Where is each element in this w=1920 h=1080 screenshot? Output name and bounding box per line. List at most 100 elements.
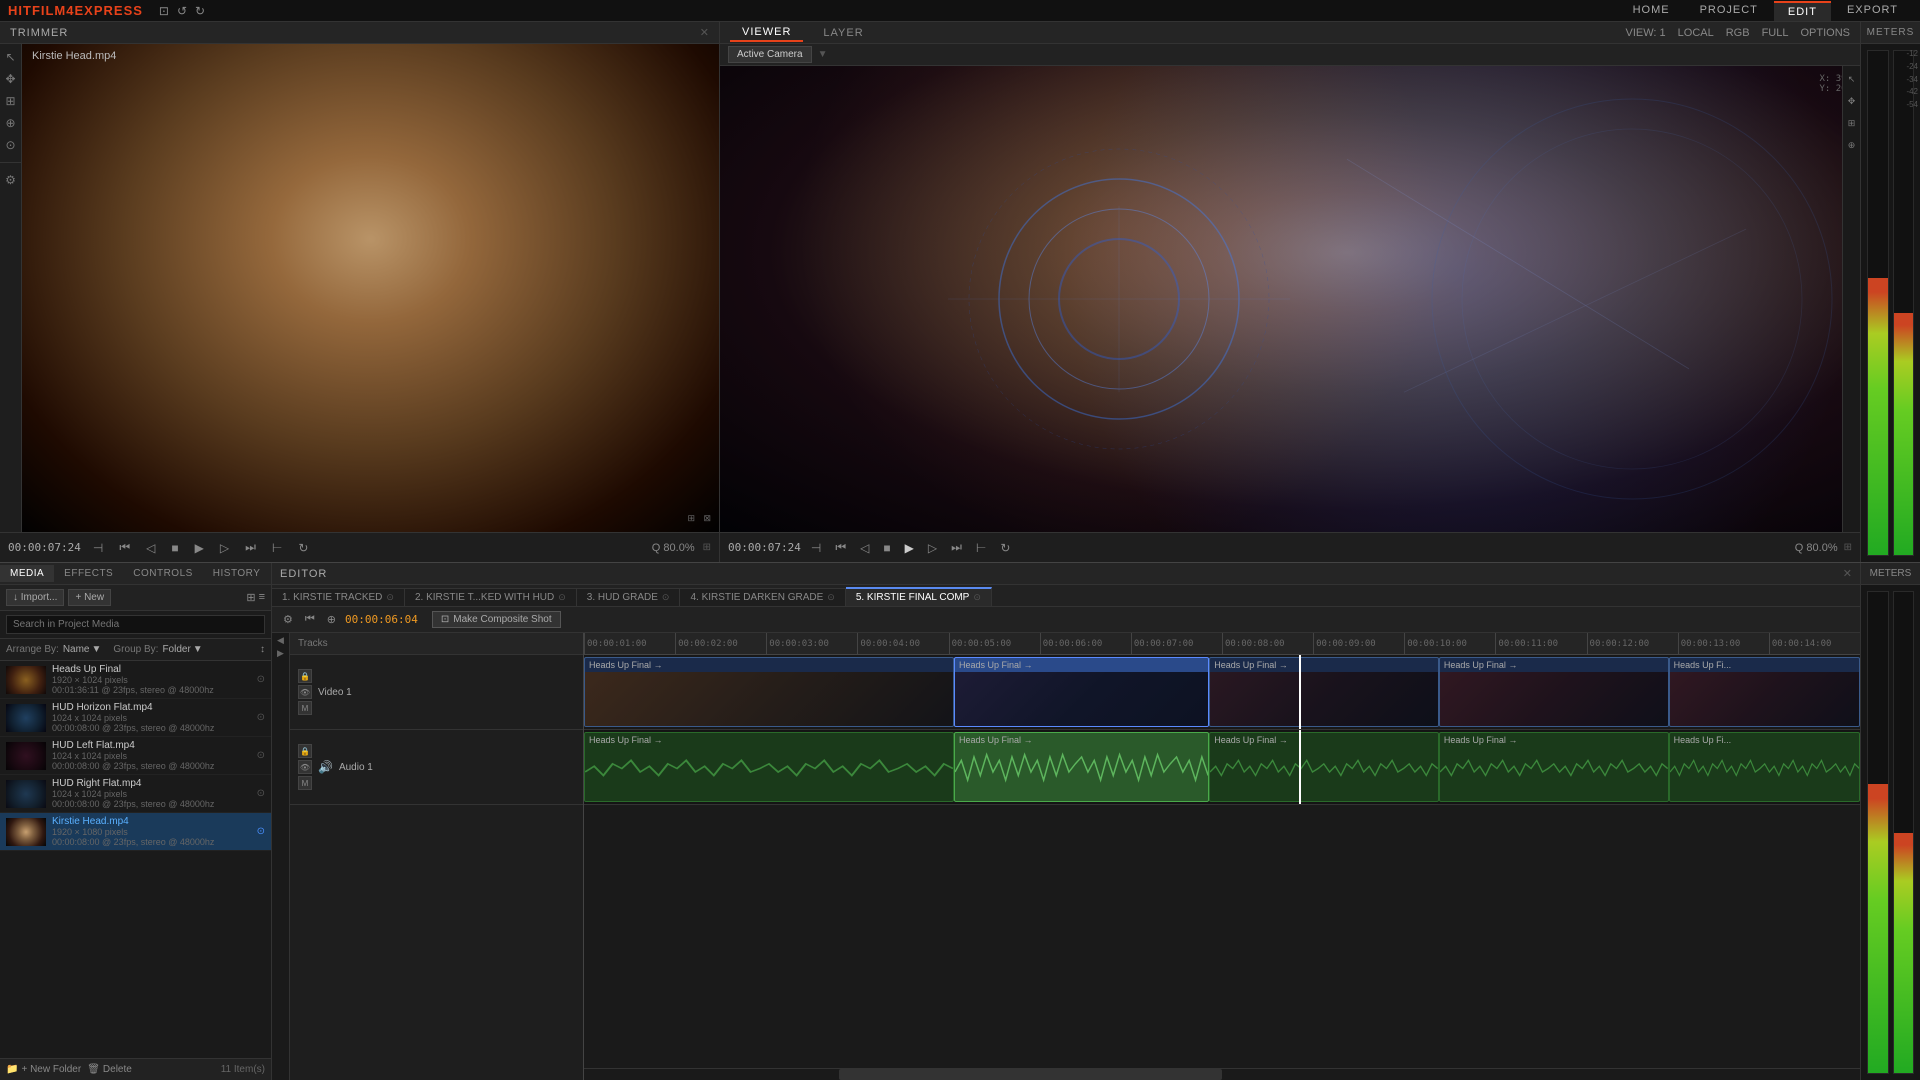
audio-clip-5[interactable]: Heads Up Fi... [1669,732,1860,802]
new-folder-button[interactable]: 📁 + New Folder [6,1064,81,1075]
audio-clip-1[interactable]: Heads Up Final → [584,732,954,802]
tab-edit[interactable]: EDIT [1774,1,1831,21]
video-clip-4[interactable]: Heads Up Final → [1439,657,1669,727]
track-mute-icon[interactable]: M [298,701,312,715]
media-item[interactable]: HUD Horizon Flat.mp4 1024 x 1024 pixels … [0,699,271,737]
search-input[interactable] [6,615,265,634]
tab-home[interactable]: HOME [1619,1,1684,21]
video-clip-2[interactable]: Heads Up Final → [954,657,1209,727]
audio-clip-2[interactable]: Heads Up Final → [954,732,1209,802]
viewer-play[interactable]: ▶ [901,539,918,557]
viewer-color-option[interactable]: RGB [1726,27,1750,39]
viewer-loop[interactable]: ↻ [996,539,1014,557]
comp-tab-3[interactable]: 3. HUD GRADE ⊙ [577,588,681,606]
comp-tab-5[interactable]: 5. KIRSTIE FINAL COMP ⊙ [846,587,992,606]
trimmer-next-frame[interactable]: ▷ [216,539,233,557]
sort-icon[interactable]: ↕ [260,644,265,655]
viewer-space-option[interactable]: LOCAL [1678,27,1714,39]
audio-mute-icon[interactable]: M [298,776,312,790]
delete-button[interactable]: 🗑 Delete [87,1064,132,1075]
viewer-tool-1[interactable]: ↖ [1843,70,1861,88]
comp-tab-1-close[interactable]: ⊙ [386,592,394,603]
viewer-mark-in[interactable]: ⊣ [807,539,825,557]
viewer-mark-out[interactable]: ⊢ [972,539,990,557]
viewer-step-forward[interactable]: ⏭ [947,538,966,557]
crop-tool-icon[interactable]: ⊞ [2,92,20,110]
group-by-value[interactable]: Folder ▼ [162,644,202,655]
timeline-playhead[interactable] [1299,655,1301,729]
trimmer-close-icon[interactable]: ✕ [700,26,709,39]
viewer-step-back[interactable]: ⏮ [831,538,850,557]
tab-media[interactable]: MEDIA [0,565,54,582]
comp-tab-4-close[interactable]: ⊙ [827,592,835,603]
grid-view-icon[interactable]: ⊞ [246,591,255,604]
trimmer-loop[interactable]: ↻ [294,539,312,557]
media-pin-icon[interactable]: ⊙ [257,788,265,799]
transform-tool-icon[interactable]: ✥ [2,70,20,88]
camera-dropdown-icon[interactable]: ▼ [818,49,828,60]
trimmer-mark-in[interactable]: ⊣ [89,539,107,557]
timeline-settings-icon[interactable]: ⚙ [280,611,296,628]
trimmer-step-back[interactable]: ⏮ [115,538,134,557]
tab-layer[interactable]: LAYER [811,25,875,41]
trimmer-prev-frame[interactable]: ◁ [142,539,159,557]
comp-tab-4[interactable]: 4. KIRSTIE DARKEN GRADE ⊙ [680,588,845,606]
video-clip-1[interactable]: Heads Up Final → [584,657,954,727]
timeline-add-icon[interactable]: ⊕ [324,611,339,628]
viewer-prev-frame[interactable]: ◁ [856,539,873,557]
trimmer-play[interactable]: ▶ [191,539,208,557]
save-icon[interactable]: ⊡ [159,4,169,18]
new-button[interactable]: + New [68,589,111,606]
tab-export[interactable]: EXPORT [1833,1,1912,21]
list-view-icon[interactable]: ≡ [259,591,265,604]
media-selected-icon[interactable]: ⊙ [257,826,265,837]
active-camera-button[interactable]: Active Camera [728,46,812,63]
viewer-stop[interactable]: ■ [879,539,894,557]
scrollbar-thumb[interactable] [839,1069,1222,1080]
camera-tool-icon[interactable]: ⊙ [2,136,20,154]
tab-effects[interactable]: EFFECTS [54,565,123,582]
comp-tab-2[interactable]: 2. KIRSTIE T...KED WITH HUD ⊙ [405,588,577,606]
viewer-tool-2[interactable]: ✥ [1843,92,1861,110]
media-pin-icon[interactable]: ⊙ [257,674,265,685]
comp-tab-1[interactable]: 1. KIRSTIE TRACKED ⊙ [272,588,405,606]
trimmer-step-forward[interactable]: ⏭ [241,538,260,557]
trimmer-mark-out[interactable]: ⊢ [268,539,286,557]
comp-tab-3-close[interactable]: ⊙ [662,592,670,603]
audio-clip-4[interactable]: Heads Up Final → [1439,732,1669,802]
settings-tool-icon[interactable]: ⚙ [2,171,20,189]
media-item[interactable]: HUD Left Flat.mp4 1024 x 1024 pixels 00:… [0,737,271,775]
media-pin-icon[interactable]: ⊙ [257,750,265,761]
media-item[interactable]: HUD Right Flat.mp4 1024 x 1024 pixels 00… [0,775,271,813]
editor-close-icon[interactable]: ✕ [1843,567,1852,580]
tab-controls[interactable]: CONTROLS [123,565,203,582]
track-lock-icon[interactable]: 🔒 [298,669,312,683]
undo-icon[interactable]: ↺ [177,4,187,18]
media-pin-icon[interactable]: ⊙ [257,712,265,723]
viewer-options-btn[interactable]: OPTIONS [1800,27,1850,39]
timeline-timecode[interactable]: 00:00:06:04 [345,613,418,626]
viewer-view-option[interactable]: VIEW: 1 [1626,27,1666,39]
viewer-next-frame[interactable]: ▷ [924,539,941,557]
timeline-home-icon[interactable]: ⏮ [302,611,318,628]
audio-clip-3[interactable]: Heads Up Final → [1209,732,1439,802]
tab-history[interactable]: HISTORY [203,565,271,582]
audio-volume-icon[interactable]: 🔊 [318,760,333,774]
tab-project[interactable]: PROJECT [1686,1,1772,21]
timeline-scrollbar[interactable] [584,1068,1860,1080]
viewer-tool-3[interactable]: ⊞ [1843,114,1861,132]
arrange-by-value[interactable]: Name ▼ [63,644,102,655]
tab-viewer[interactable]: VIEWER [730,24,803,42]
import-button[interactable]: ↓ Import... [6,589,64,606]
audio-visibility-icon[interactable]: 👁 [298,760,312,774]
tl-expand-icon[interactable]: ▶ [277,648,284,659]
comp-tab-2-close[interactable]: ⊙ [558,592,566,603]
viewer-tool-4[interactable]: ⊕ [1843,136,1861,154]
comp-tab-5-close[interactable]: ⊙ [973,592,981,603]
make-composite-button[interactable]: ⊡ Make Composite Shot [432,611,561,628]
viewer-zoom-option[interactable]: FULL [1762,27,1789,39]
redo-icon[interactable]: ↻ [195,4,205,18]
track-visibility-icon[interactable]: 👁 [298,685,312,699]
zoom-tool-icon[interactable]: ⊕ [2,114,20,132]
media-item[interactable]: Heads Up Final 1920 × 1024 pixels 00:01:… [0,661,271,699]
